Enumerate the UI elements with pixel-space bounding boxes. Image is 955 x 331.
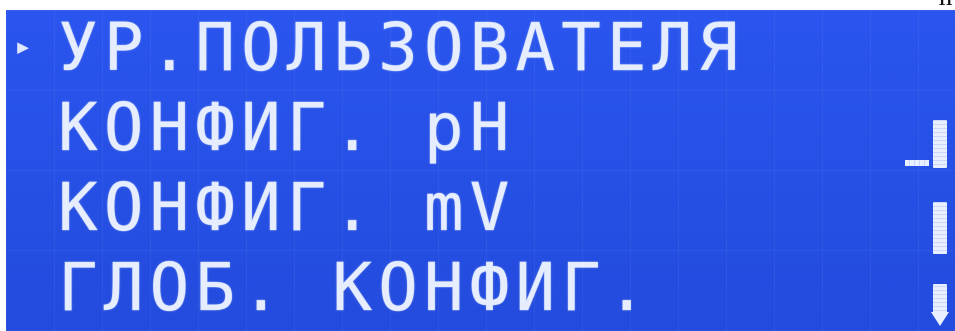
scroll-position-marker-icon (905, 160, 929, 166)
scrollbar-icon (933, 120, 949, 331)
scrollbar-segment (933, 120, 947, 168)
menu-item-user-level[interactable]: ▸ УР.ПОЛЬЗОВАТЕЛЯ (6, 10, 955, 90)
scrollbar-segment (933, 284, 947, 314)
menu-item-config-ph[interactable]: КОНФИГ. pH (6, 90, 955, 170)
selection-cursor-icon: ▸ (14, 29, 33, 64)
menu-item-label: УР.ПОЛЬЗОВАТЕЛЯ (58, 10, 745, 86)
scrollbar-segment (933, 202, 947, 254)
page-number: 11 (937, 0, 953, 9)
menu-item-label: КОНФИГ. pH (58, 89, 516, 166)
menu-item-label: ГЛОБ. КОНФИГ. (58, 249, 653, 326)
scroll-down-arrow-icon (931, 312, 949, 326)
menu-item-label: КОНФИГ. mV (58, 169, 516, 246)
page: 11 ▸ УР.ПОЛЬЗОВАТЕЛЯ КОНФИГ. pH КОНФИГ. … (0, 0, 955, 331)
lcd-display: ▸ УР.ПОЛЬЗОВАТЕЛЯ КОНФИГ. pH КОНФИГ. mV … (6, 10, 955, 331)
menu-item-global-config[interactable]: ГЛОБ. КОНФИГ. (6, 250, 955, 330)
menu-item-config-mv[interactable]: КОНФИГ. mV (6, 170, 955, 250)
